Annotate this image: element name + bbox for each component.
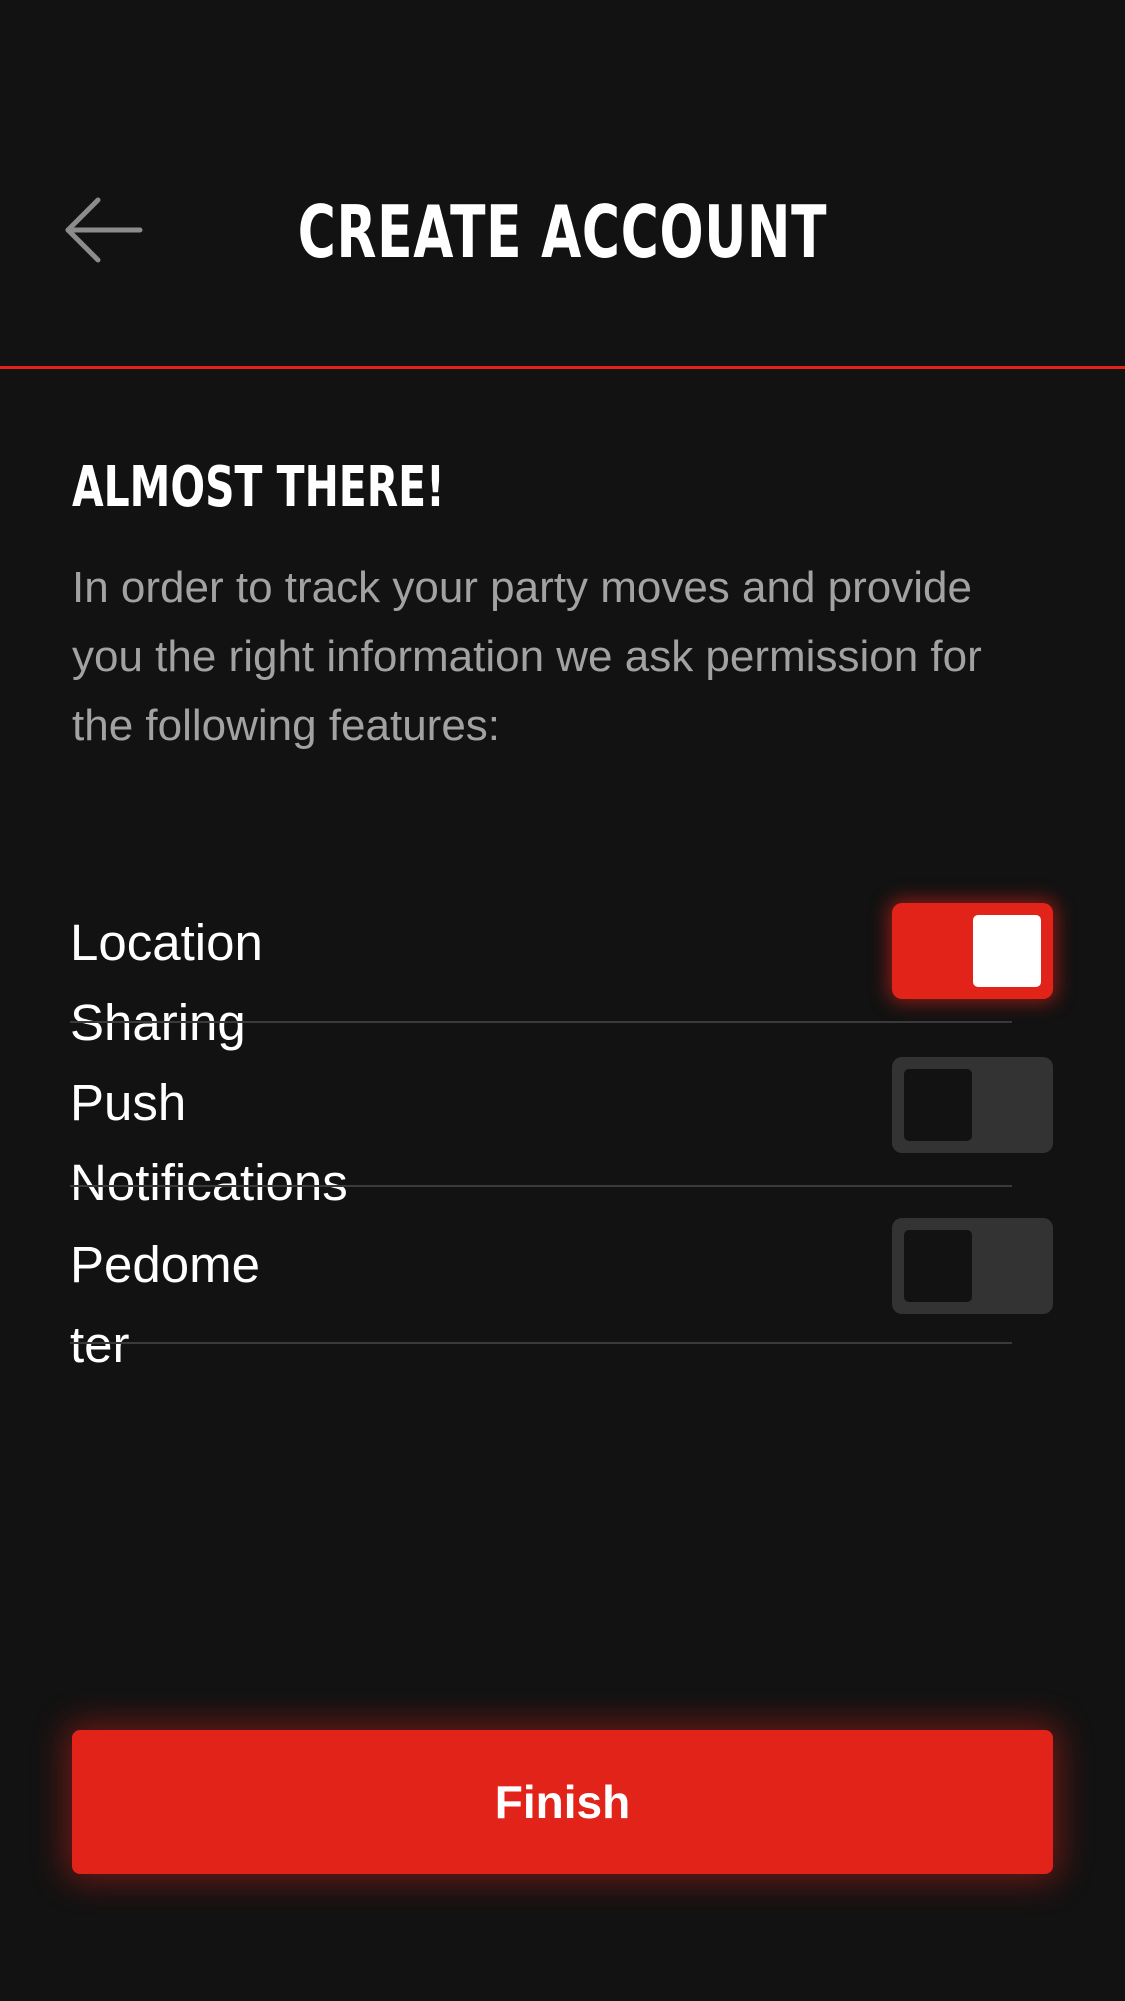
divider	[70, 1021, 1012, 1023]
divider	[70, 1342, 1012, 1344]
toggle-knob	[904, 1069, 972, 1141]
pedometer-toggle[interactable]	[892, 1218, 1053, 1314]
permission-label-push: Push Notifications	[70, 1074, 348, 1211]
permission-row-pedometer: Pedome ter	[70, 1218, 1053, 1373]
toggle-knob	[973, 915, 1041, 987]
divider	[70, 1185, 1012, 1187]
permission-label-location: Location Sharing	[70, 914, 263, 1051]
page-title: CREATE ACCOUNT	[297, 190, 828, 274]
back-button[interactable]	[60, 190, 150, 270]
location-sharing-toggle[interactable]	[892, 903, 1053, 999]
toggle-knob	[904, 1230, 972, 1302]
push-notifications-toggle[interactable]	[892, 1057, 1053, 1153]
permission-label-pedometer: Pedome ter	[70, 1236, 260, 1373]
app-header: CREATE ACCOUNT	[0, 0, 1125, 369]
finish-button[interactable]: Finish	[72, 1730, 1053, 1874]
permission-row-push: Push Notifications	[70, 1057, 1053, 1211]
permission-row-location: Location Sharing	[70, 903, 1053, 1051]
section-heading: ALMOST THERE!	[72, 455, 445, 520]
arrow-left-icon	[65, 197, 143, 263]
permission-description: In order to track your party moves and p…	[72, 563, 982, 750]
